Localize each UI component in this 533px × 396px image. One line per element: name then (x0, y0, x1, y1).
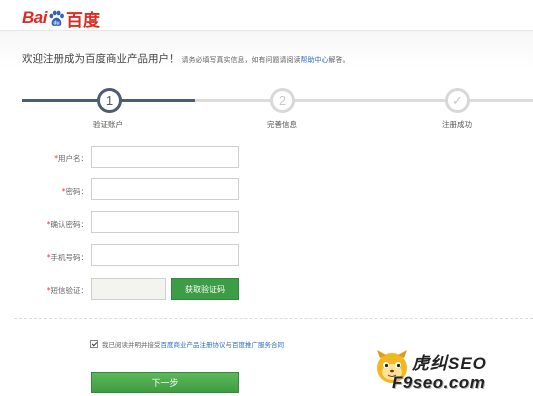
logo-text-left: Bai (22, 8, 47, 27)
phone-input[interactable] (91, 244, 239, 266)
watermark: 虎纠SEO F9seo.com (374, 346, 533, 396)
username-label: *用户名： (54, 154, 88, 163)
baidu-logo[interactable]: Bai du 百度 (22, 8, 100, 30)
agreement-link-contract[interactable]: 百度推广服务合同 (232, 339, 284, 349)
watermark-bottom-text: F9seo.com (392, 373, 486, 392)
help-center-link[interactable]: 帮助中心 (301, 56, 329, 64)
password-input[interactable] (91, 178, 239, 200)
agreement-link-protocol[interactable]: 百度商业产品注册协议 (161, 339, 226, 349)
password-label: *密码： (61, 187, 88, 196)
step-2-label: 完善信息 (267, 120, 297, 129)
get-sms-code-button[interactable]: 获取验证码 (171, 278, 239, 300)
agreement-row: 我已阅读并明并接受 百度商业产品注册协议 与 百度推广服务合同 (90, 339, 284, 349)
step-3-label: 注册成功 (442, 120, 472, 129)
step-2-circle: 2 (270, 88, 295, 113)
logo-text-right: 百度 (65, 10, 100, 30)
step-1-circle: 1 (97, 88, 122, 113)
agreement-prefix: 我已阅读并明并接受 (102, 341, 161, 349)
username-input[interactable] (91, 146, 239, 168)
progress-line-pending (195, 99, 533, 102)
sms-code-label: *短信验证： (46, 286, 88, 295)
phone-label: *手机号码： (46, 253, 88, 262)
agreement-checkbox[interactable] (90, 340, 98, 348)
paw-icon: du (49, 10, 64, 26)
welcome-hint: 请务必填写真实信息，如有问题请阅读帮助中心解答。 (181, 56, 350, 64)
watermark-top-text: 虎纠SEO (412, 354, 487, 373)
svg-text:du: du (53, 20, 59, 26)
step-3-check-icon: ✓ (445, 88, 470, 113)
header: Bai du 百度 (0, 0, 533, 30)
confirm-password-label: *确认密码： (46, 220, 88, 229)
sms-code-input[interactable] (91, 278, 166, 300)
step-1-label: 验证账户 (93, 120, 123, 129)
welcome-message: 欢迎注册成为百度商业产品用户！ 请务必填写真实信息，如有问题请阅读帮助中心解答。 (22, 51, 350, 66)
next-step-button[interactable]: 下一步 (91, 372, 239, 393)
form-divider (14, 318, 533, 319)
confirm-password-input[interactable] (91, 211, 239, 233)
welcome-title: 欢迎注册成为百度商业产品用户！ (22, 53, 180, 65)
